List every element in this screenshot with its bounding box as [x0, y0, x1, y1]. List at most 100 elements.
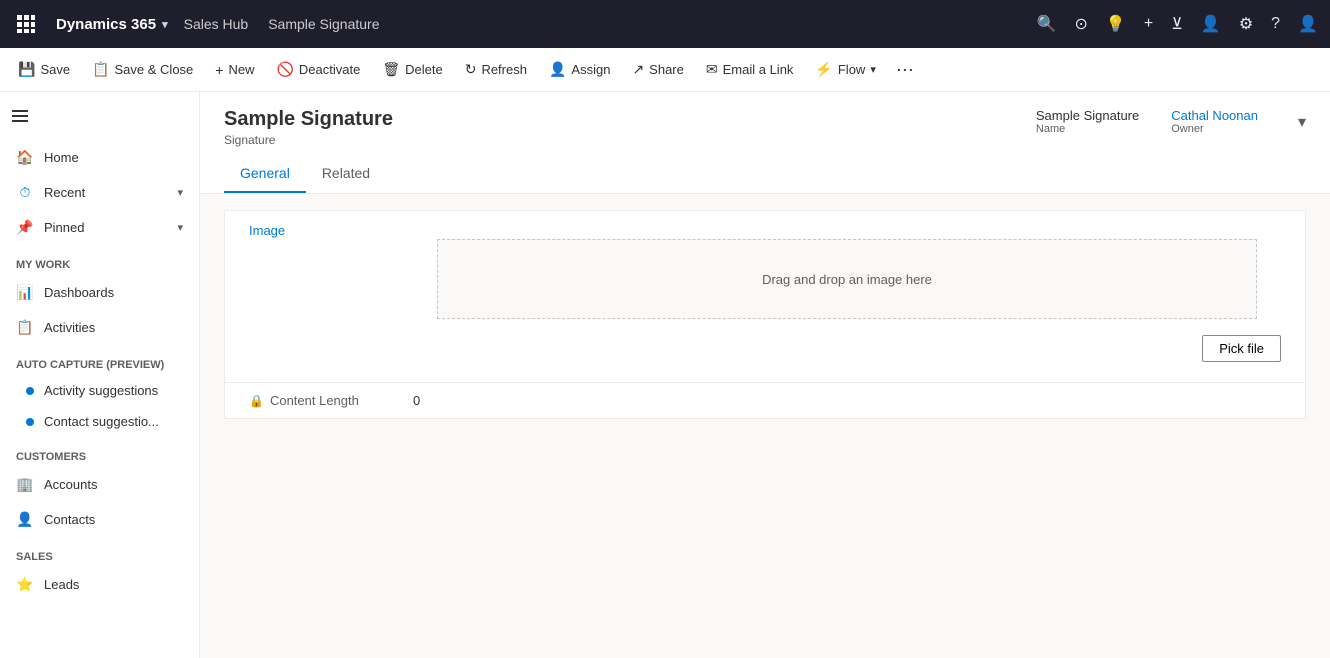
record-tabs: General Related: [224, 155, 1306, 193]
sidebar-item-contact-suggestions-label: Contact suggestio...: [44, 414, 159, 429]
summary-owner-value[interactable]: Cathal Noonan: [1171, 108, 1258, 123]
lightbulb-icon[interactable]: 💡: [1106, 14, 1126, 34]
image-field-row: Image Drag and drop an image here Pick f…: [225, 211, 1305, 382]
dashboards-icon: 📊: [16, 284, 34, 301]
brand-chevron[interactable]: ▾: [162, 18, 168, 31]
sidebar-item-accounts-label: Accounts: [44, 477, 183, 492]
main-content: Sample Signature Signature Sample Signat…: [200, 92, 1330, 658]
tab-general[interactable]: General: [224, 155, 306, 193]
sidebar-item-pinned-label: Pinned: [44, 220, 167, 235]
content-length-row: 🔒 Content Length 0: [225, 382, 1305, 418]
activities-icon: 📋: [16, 319, 34, 336]
image-drop-zone[interactable]: Drag and drop an image here: [437, 239, 1257, 319]
apps-icon[interactable]: [12, 10, 40, 38]
summary-name-label: Name: [1036, 123, 1139, 135]
image-drop-area: Drag and drop an image here Pick file: [413, 223, 1281, 370]
target-icon[interactable]: ⊙: [1075, 14, 1088, 34]
sidebar-item-leads[interactable]: ⭐ Leads: [0, 567, 199, 602]
flow-icon: ⚡: [815, 61, 832, 78]
nav-right-icons: 🔍 ⊙ 💡 + ⊻ 👤 ⚙ ? 👤: [1037, 14, 1318, 34]
main-layout: 🏠 Home ⏱ Recent ▾ 📌 Pinned ▾ My Work 📊 D…: [0, 92, 1330, 658]
refresh-label: Refresh: [481, 62, 527, 77]
share-button[interactable]: ↗ Share: [622, 55, 693, 84]
app-name: Sales Hub: [184, 16, 249, 32]
new-button[interactable]: + New: [205, 56, 264, 84]
sidebar-item-contacts-label: Contacts: [44, 512, 183, 527]
sidebar-item-leads-label: Leads: [44, 577, 183, 592]
email-link-label: Email a Link: [723, 62, 794, 77]
my-work-section-label: My Work: [0, 245, 199, 275]
deactivate-icon: 🚫: [276, 61, 293, 78]
flow-button[interactable]: ⚡ Flow ▾: [805, 55, 885, 84]
form-area: Image Drag and drop an image here Pick f…: [200, 194, 1330, 435]
accounts-icon: 🏢: [16, 476, 34, 493]
record-title: Sample Signature: [224, 108, 393, 131]
search-icon[interactable]: 🔍: [1037, 14, 1057, 34]
command-bar: 💾 Save 📋 Save & Close + New 🚫 Deactivate…: [0, 48, 1330, 92]
content-length-value: 0: [413, 393, 420, 408]
sidebar-item-contacts[interactable]: 👤 Contacts: [0, 502, 199, 537]
sidebar-item-activities-label: Activities: [44, 320, 183, 335]
refresh-button[interactable]: ↻ Refresh: [455, 55, 537, 84]
sidebar-toggle-button[interactable]: [0, 96, 40, 136]
leads-icon: ⭐: [16, 576, 34, 593]
image-field-label: Image: [249, 223, 389, 238]
record-type: Signature: [224, 133, 393, 147]
pick-file-label: Pick file: [1219, 341, 1264, 356]
summary-owner-label: Owner: [1171, 123, 1258, 135]
save-close-icon: 📋: [92, 61, 109, 78]
search-person-icon[interactable]: 👤: [1201, 14, 1221, 34]
delete-button[interactable]: 🗑 Delete: [372, 55, 452, 84]
new-label: New: [228, 62, 254, 77]
sidebar-item-pinned[interactable]: 📌 Pinned ▾: [0, 210, 199, 245]
recent-icon: ⏱: [16, 184, 34, 201]
assign-button[interactable]: 👤 Assign: [539, 55, 620, 84]
pick-file-button[interactable]: Pick file: [1202, 335, 1281, 362]
assign-label: Assign: [571, 62, 610, 77]
filter-icon[interactable]: ⊻: [1171, 14, 1183, 34]
assign-icon: 👤: [549, 61, 566, 78]
lock-icon: 🔒: [249, 394, 264, 408]
save-close-label: Save & Close: [115, 62, 194, 77]
deactivate-button[interactable]: 🚫 Deactivate: [266, 55, 370, 84]
drop-zone-text: Drag and drop an image here: [762, 272, 932, 287]
sidebar-item-contact-suggestions[interactable]: Contact suggestio...: [0, 406, 199, 437]
contacts-icon: 👤: [16, 511, 34, 528]
more-button[interactable]: ⋯: [888, 55, 922, 85]
sidebar: 🏠 Home ⏱ Recent ▾ 📌 Pinned ▾ My Work 📊 D…: [0, 92, 200, 658]
add-icon[interactable]: +: [1144, 15, 1153, 33]
sidebar-item-activities[interactable]: 📋 Activities: [0, 310, 199, 345]
delete-label: Delete: [405, 62, 443, 77]
settings-icon[interactable]: ⚙: [1239, 14, 1253, 34]
sidebar-item-dashboards-label: Dashboards: [44, 285, 183, 300]
form-section: Image Drag and drop an image here Pick f…: [224, 210, 1306, 419]
pinned-icon: 📌: [16, 219, 34, 236]
profile-icon[interactable]: 👤: [1298, 14, 1318, 34]
content-length-label: 🔒 Content Length: [249, 393, 389, 408]
save-close-button[interactable]: 📋 Save & Close: [82, 55, 203, 84]
flow-label: Flow: [838, 62, 865, 77]
record-summary: Sample Signature Name Cathal Noonan Owne…: [1036, 108, 1306, 135]
summary-chevron-icon[interactable]: ▾: [1298, 112, 1306, 132]
pinned-chevron-icon: ▾: [177, 221, 183, 234]
sidebar-item-recent[interactable]: ⏱ Recent ▾: [0, 175, 199, 210]
save-button[interactable]: 💾 Save: [8, 55, 80, 84]
customers-section-label: Customers: [0, 437, 199, 467]
contact-suggestions-dot: [26, 418, 34, 426]
sidebar-item-dashboards[interactable]: 📊 Dashboards: [0, 275, 199, 310]
tab-related[interactable]: Related: [306, 155, 386, 193]
record-header: Sample Signature Signature Sample Signat…: [200, 92, 1330, 194]
sidebar-item-home[interactable]: 🏠 Home: [0, 140, 199, 175]
summary-owner-field: Cathal Noonan Owner: [1171, 108, 1258, 135]
email-link-button[interactable]: ✉ Email a Link: [696, 55, 804, 84]
auto-capture-section-label: Auto capture (preview): [0, 345, 199, 375]
sidebar-item-activity-suggestions[interactable]: Activity suggestions: [0, 375, 199, 406]
sales-section-label: Sales: [0, 537, 199, 567]
flow-chevron-icon: ▾: [870, 63, 876, 76]
sidebar-item-activity-suggestions-label: Activity suggestions: [44, 383, 158, 398]
help-icon[interactable]: ?: [1271, 15, 1280, 33]
sidebar-item-accounts[interactable]: 🏢 Accounts: [0, 467, 199, 502]
share-label: Share: [649, 62, 684, 77]
more-label: ⋯: [896, 61, 914, 79]
deactivate-label: Deactivate: [299, 62, 360, 77]
